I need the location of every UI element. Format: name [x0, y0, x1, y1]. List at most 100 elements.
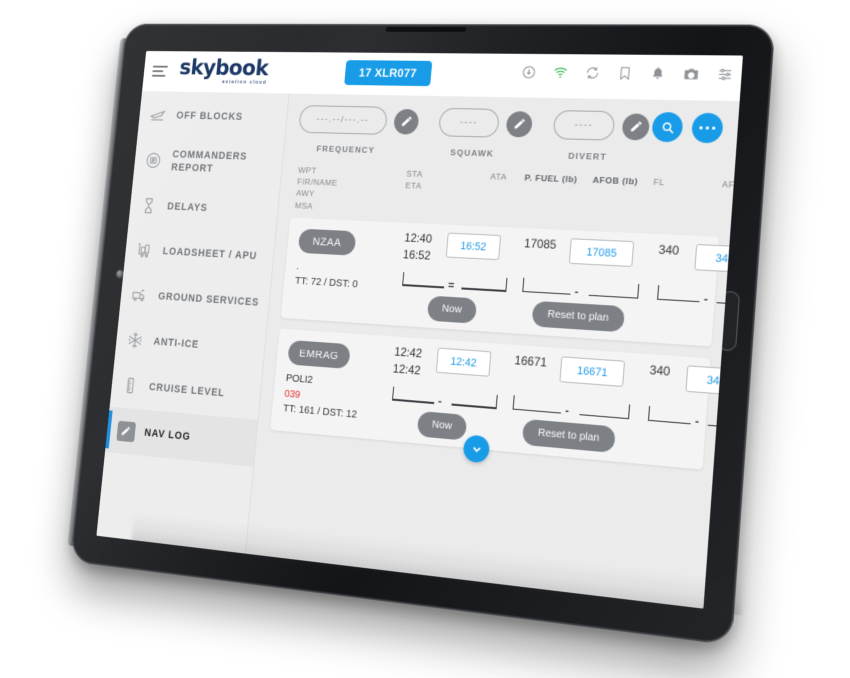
location-pin-icon [523, 600, 546, 609]
divert-field-group: ---- DIVERT [551, 110, 651, 163]
tablet-device: skybook aviation cloud 17 XLR077 OFF BLO… [67, 23, 776, 646]
sta-value: 12:40 [403, 231, 433, 246]
airplane-departure-icon [148, 105, 168, 126]
list-icon [129, 552, 149, 575]
fl-operator: - [703, 292, 709, 306]
sidebar-item-label: ANTI-ICE [153, 336, 200, 351]
pencil-icon [401, 116, 412, 127]
menu-hamburger-icon[interactable] [151, 65, 169, 77]
waypoint-info: NZAA . TT: 72 / DST: 0 [294, 228, 410, 296]
tab-in-flight[interactable]: IN-FLIGHT [373, 582, 482, 609]
camera-icon[interactable] [683, 66, 700, 82]
wifi-icon[interactable] [552, 65, 568, 80]
tab-label: SUMMARY [112, 578, 161, 596]
route-icon [418, 587, 440, 609]
frequency-field-group: ---.--/---.-- FREQUENCY [296, 105, 420, 156]
frequency-edit-button[interactable] [393, 108, 420, 135]
sidebar-item-label: COMMANDERS REPORT [170, 148, 248, 175]
sidebar-item-off-blocks[interactable]: OFF BLOCKS [137, 93, 288, 141]
snowflake-icon [125, 329, 146, 351]
action-buttons [651, 111, 724, 144]
afob-input[interactable]: 17085 [569, 238, 635, 268]
pencil-icon [514, 118, 525, 129]
squawk-label: SQUAWK [449, 147, 495, 159]
divert-label: DIVERT [567, 150, 608, 162]
screen-content: OFF BLOCKS COMMANDERS REPORT DELAYS LOAD… [96, 91, 740, 609]
table-row[interactable]: EMRAG POLI2 039 TT: 161 / DST: 12 12:42 … [270, 328, 740, 470]
screenshot-stage: skybook aviation cloud 17 XLR077 OFF BLO… [0, 0, 850, 678]
table-row[interactable]: NZAA . TT: 72 / DST: 0 12:40 16:52 16:52… [280, 217, 740, 347]
reset-to-plan-button[interactable]: Reset to plan [521, 418, 616, 453]
bookmark-icon[interactable] [617, 66, 633, 81]
appbar-icon-group [521, 65, 734, 83]
divert-edit-button[interactable] [621, 112, 651, 141]
fuel-truck-icon [129, 284, 150, 306]
squawk-input[interactable]: ---- [438, 107, 500, 138]
now-button[interactable]: Now [426, 295, 478, 324]
checklist-icon [317, 575, 339, 599]
column-header-ata: ATA [489, 171, 508, 182]
fl-column: 340 340 - [646, 363, 740, 432]
reset-to-plan-button[interactable]: Reset to plan [531, 300, 626, 333]
pencil-icon [630, 121, 642, 132]
tab-post-flight[interactable]: POST-FLIGHT [476, 595, 589, 609]
more-dots-icon [699, 126, 716, 130]
sidebar-item-label: GROUND SERVICES [157, 290, 260, 309]
column-header-fl: FL [652, 176, 666, 188]
divert-input[interactable]: ---- [552, 110, 616, 141]
bell-icon[interactable] [650, 66, 667, 81]
frequency-input[interactable]: ---.--/---.-- [298, 105, 389, 135]
fuel-operator: - [564, 404, 570, 418]
sidebar-item-label: DELAYS [166, 201, 209, 215]
fl-value: 340 [649, 363, 671, 379]
tab-pre-flight[interactable]: PRE-FLIGHT [274, 570, 379, 609]
search-button[interactable] [651, 111, 684, 143]
waypoint-meta: POLI2 039 TT: 161 / DST: 12 [282, 371, 397, 427]
sidebar-item-label: CRUISE LEVEL [148, 381, 226, 400]
nav-log-panel: ---.--/---.-- FREQUENCY ---- SQUAWK ----… [245, 93, 740, 609]
column-header-afob: AFOB (lb) [592, 174, 639, 187]
device-speaker [385, 26, 467, 32]
pfuel-value: 17085 [523, 237, 557, 252]
eta-value: 12:42 [392, 362, 422, 378]
waypoint-name[interactable]: NZAA [297, 228, 357, 256]
sidebar-item-commanders-report[interactable]: COMMANDERS REPORT [133, 137, 284, 189]
tab-label: PRE-FLIGHT [295, 602, 357, 608]
now-button[interactable]: Now [416, 410, 468, 441]
chevron-down-icon [469, 442, 483, 457]
afl-input[interactable]: 340 [685, 365, 740, 397]
pfuel-value: 16671 [514, 354, 548, 370]
sidebar-item-delays[interactable]: DELAYS [128, 183, 279, 234]
search-icon [660, 120, 676, 135]
loadsheet-icon [134, 240, 155, 261]
ata-input[interactable]: 12:42 [435, 347, 492, 377]
tab-summary[interactable]: SUMMARY [96, 547, 185, 608]
waypoint-meta: . TT: 72 / DST: 0 [294, 260, 407, 296]
afob-input[interactable]: 16671 [559, 356, 626, 388]
fuel-column: 17085 17085 - Reset to plan [517, 236, 657, 334]
tab-label: BRIEFING [205, 590, 254, 608]
sidebar-item-label: OFF BLOCKS [175, 110, 244, 123]
afl-input[interactable]: 340 [694, 244, 740, 274]
tab-briefing[interactable]: BRIEFING [180, 558, 281, 608]
frequency-label: FREQUENCY [316, 143, 376, 155]
fuel-operator: - [574, 285, 579, 299]
flight-number-badge[interactable]: 17 XLR077 [344, 60, 432, 87]
pencil-icon [115, 420, 136, 443]
flight-fields-toolbar: ---.--/---.-- FREQUENCY ---- SQUAWK ----… [296, 99, 728, 165]
sync-icon[interactable] [584, 65, 600, 80]
eta-value: 16:52 [402, 248, 432, 263]
time-operator: = [447, 279, 455, 292]
waypoint-name[interactable]: EMRAG [287, 339, 351, 370]
home-button[interactable] [717, 290, 741, 352]
squawk-field-group: ---- SQUAWK [436, 107, 534, 160]
download-icon[interactable] [521, 65, 537, 80]
column-header-wpt: WPT FIR/NAME AWY MSA [294, 165, 338, 211]
ata-input[interactable]: 16:52 [445, 232, 502, 261]
scroll-down-button[interactable] [462, 434, 491, 464]
more-options-button[interactable] [690, 112, 724, 144]
squawk-edit-button[interactable] [505, 110, 534, 138]
filter-settings-icon[interactable] [717, 67, 734, 83]
ruler-icon [120, 375, 141, 397]
tab-library[interactable]: LIBRARY [584, 608, 702, 609]
